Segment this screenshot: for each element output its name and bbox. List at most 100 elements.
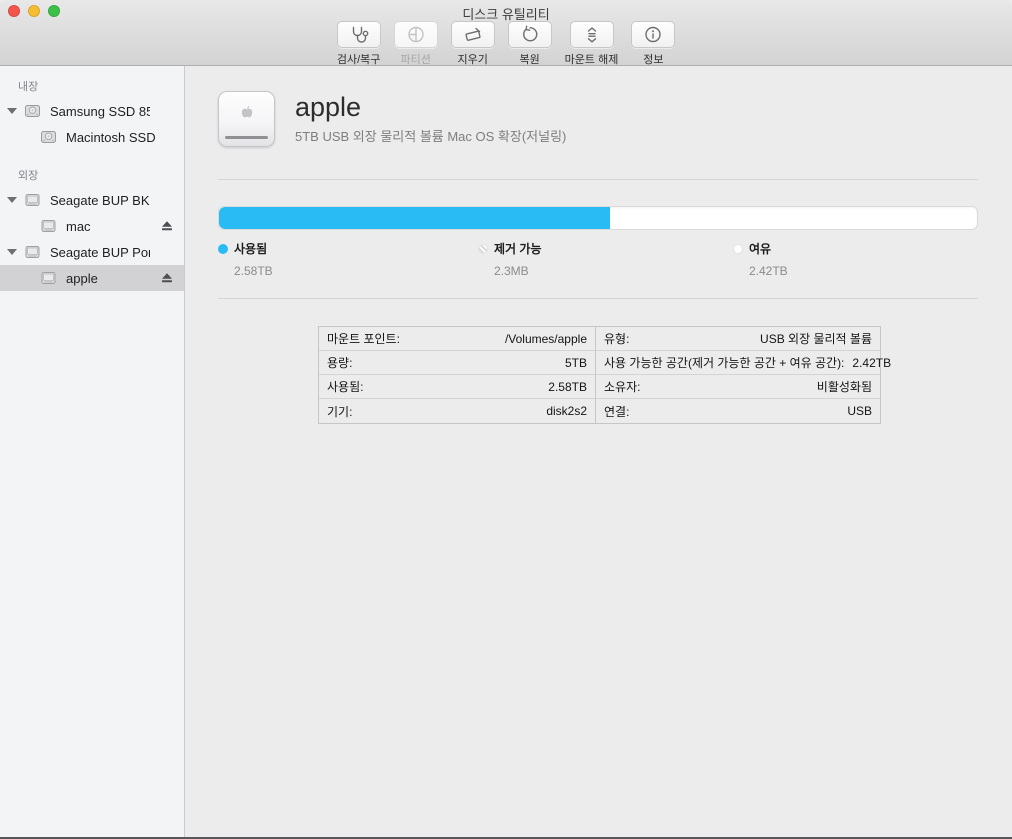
toolbar-button-label: 복원	[520, 51, 540, 67]
minimize-button[interactable]	[28, 5, 40, 17]
toolbar-button-label: 마운트 해제	[565, 51, 619, 67]
details-value: /Volumes/apple	[505, 332, 587, 346]
partition-icon	[394, 21, 438, 48]
toolbar-button-first-aid[interactable]: 검사/복구	[337, 21, 381, 67]
sidebar-item-label: Seagate BUP Port...	[50, 245, 150, 260]
details-value: 2.58TB	[548, 380, 587, 394]
legend-item-purgeable: 제거 가능 2.3MB	[478, 240, 542, 278]
sidebar-item-mac[interactable]: mac	[0, 213, 184, 239]
details-label: 사용됨:	[327, 378, 363, 395]
details-row: 사용됨: 2.58TB	[319, 375, 595, 399]
internal-disk-icon	[40, 129, 57, 148]
volume-name: apple	[295, 93, 566, 123]
external-disk-icon	[24, 244, 41, 263]
details-table: 마운트 포인트: /Volumes/apple 용량:5TB 사용됨: 2.58TB 기기…	[318, 326, 881, 424]
legend-item-free: 여유 2.42TB	[733, 240, 788, 278]
details-value: disk2s2	[546, 404, 587, 418]
details-label: 연결:	[604, 403, 629, 420]
sidebar-section-header: 외장	[0, 164, 184, 187]
purgeable-swatch-icon	[478, 244, 488, 254]
sidebar-item-samsung-ssd[interactable]: Samsung SSD 85...	[0, 98, 184, 124]
volume-title-block: apple 5TB USB 외장 물리적 볼륨 Mac OS 확장(저널링)	[295, 93, 566, 145]
toolbar: 검사/복구 파티션 지우기 복원 마운트 해제 정보	[0, 21, 1012, 67]
unmount-icon[interactable]	[570, 21, 614, 48]
sidebar-item-label: Seagate BUP BK...	[50, 193, 150, 208]
restore-icon[interactable]	[508, 21, 552, 48]
info-icon[interactable]	[631, 21, 675, 48]
volume-header: apple 5TB USB 외장 물리적 볼륨 Mac OS 확장(저널링)	[218, 88, 978, 150]
toolbar-button-restore[interactable]: 복원	[508, 21, 552, 67]
details-row: 소유자: 비활성화됨	[596, 375, 880, 399]
content-area: 내장 Samsung SSD 85... Macintosh SSD 외장 Seagat…	[0, 66, 1012, 837]
details-row: 용량:5TB	[319, 351, 595, 375]
disk-utility-window: 디스크 유틸리티 검사/복구파티션지우기복원마운트 해제정보 내장Samsung…	[0, 0, 1012, 839]
volume-description: 5TB USB 외장 물리적 볼륨 Mac OS 확장(저널링)	[295, 126, 566, 145]
traffic-lights	[8, 5, 60, 17]
external-drive-icon	[218, 91, 275, 147]
details-table-right: 유형: USB 외장 물리적 볼륨사용 가능한 공간(제거 가능한 공간 + 여유…	[595, 327, 880, 423]
sidebar: 내장 Samsung SSD 85... Macintosh SSD 외장 Seagat…	[0, 66, 185, 837]
eject-button[interactable]	[161, 272, 173, 287]
close-button[interactable]	[8, 5, 20, 17]
sidebar-item-apple[interactable]: apple	[0, 265, 184, 291]
toolbar-button-partition: 파티션	[394, 21, 438, 67]
legend-label: 여유	[749, 240, 771, 257]
apple-logo-icon	[239, 104, 255, 126]
used-swatch-icon	[218, 244, 228, 254]
legend-item-used: 사용됨 2.58TB	[218, 240, 273, 278]
details-row: 연결: USB	[596, 399, 880, 423]
titlebar[interactable]: 디스크 유틸리티 검사/복구파티션지우기복원마운트 해제정보	[0, 0, 1012, 66]
sidebar-section: 내장 Samsung SSD 85... Macintosh SSD	[0, 75, 184, 150]
legend-value: 2.42TB	[749, 264, 788, 278]
toolbar-button-label: 지우기	[457, 51, 487, 67]
details-label: 유형:	[604, 330, 629, 347]
details-value: 2.42TB	[852, 356, 891, 370]
legend-value: 2.3MB	[494, 264, 542, 278]
sidebar-item-label: apple	[66, 271, 98, 286]
details-label: 사용 가능한 공간(제거 가능한 공간 + 여유 공간):	[604, 354, 844, 371]
details-value: 비활성화됨	[817, 378, 872, 395]
toolbar-button-label: 정보	[643, 51, 663, 67]
sidebar-item-seagate-bup-bk[interactable]: Seagate BUP BK...	[0, 187, 184, 213]
eject-button[interactable]	[161, 220, 173, 235]
sidebar-item-label: Samsung SSD 85...	[50, 104, 150, 119]
divider	[218, 298, 978, 299]
zoom-button[interactable]	[48, 5, 60, 17]
sidebar-item-seagate-bup-port[interactable]: Seagate BUP Port...	[0, 239, 184, 265]
details-row: 사용 가능한 공간(제거 가능한 공간 + 여유 공간):2.42TB	[596, 351, 880, 375]
legend-label: 제거 가능	[494, 240, 542, 257]
toolbar-button-erase[interactable]: 지우기	[451, 21, 495, 67]
details-value: 5TB	[565, 356, 587, 370]
details-label: 마운트 포인트:	[327, 330, 400, 347]
external-disk-icon	[40, 270, 57, 289]
details-label: 소유자:	[604, 378, 640, 395]
drive-slot	[225, 136, 268, 139]
usage-bar	[218, 206, 978, 230]
sidebar-section-header: 내장	[0, 75, 184, 98]
disclosure-triangle-icon[interactable]	[7, 197, 17, 203]
toolbar-button-unmount[interactable]: 마운트 해제	[565, 21, 619, 67]
sidebar-item-label: mac	[66, 219, 91, 234]
first-aid-icon[interactable]	[337, 21, 381, 48]
erase-icon[interactable]	[451, 21, 495, 48]
usage-bar-used-segment	[219, 207, 610, 229]
toolbar-button-label: 검사/복구	[337, 51, 381, 67]
legend-label: 사용됨	[234, 240, 267, 257]
toolbar-button-label: 파티션	[400, 51, 430, 67]
main-panel: apple 5TB USB 외장 물리적 볼륨 Mac OS 확장(저널링) 사…	[185, 66, 1012, 837]
details-value: USB 외장 물리적 볼륨	[760, 330, 872, 347]
divider	[218, 179, 978, 180]
details-row: 기기:disk2s2	[319, 399, 595, 423]
legend-value: 2.58TB	[234, 264, 273, 278]
details-row: 마운트 포인트: /Volumes/apple	[319, 327, 595, 351]
external-disk-icon	[24, 192, 41, 211]
details-value: USB	[847, 404, 872, 418]
sidebar-item-macintosh-ssd[interactable]: Macintosh SSD	[0, 124, 184, 150]
disclosure-triangle-icon[interactable]	[7, 108, 17, 114]
free-swatch-icon	[733, 244, 743, 254]
external-disk-icon	[40, 218, 57, 237]
disclosure-triangle-icon[interactable]	[7, 249, 17, 255]
toolbar-button-info[interactable]: 정보	[631, 21, 675, 67]
usage-legend: 사용됨2.58TB제거 가능2.3MB여유2.42TB	[218, 240, 978, 272]
internal-disk-icon	[24, 103, 41, 122]
